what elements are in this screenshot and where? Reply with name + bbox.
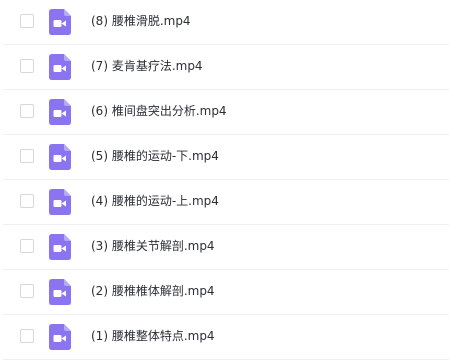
- file-name[interactable]: (3) 腰椎关节解剖.mp4: [91, 238, 215, 254]
- video-file-icon: [49, 234, 71, 260]
- row-checkbox[interactable]: [20, 59, 34, 73]
- file-name[interactable]: (4) 腰椎的运动-上.mp4: [91, 193, 219, 209]
- row-checkbox[interactable]: [20, 14, 34, 28]
- row-checkbox[interactable]: [20, 329, 34, 343]
- video-file-icon: [49, 144, 71, 170]
- row-checkbox[interactable]: [20, 284, 34, 298]
- row-checkbox[interactable]: [20, 194, 34, 208]
- file-name[interactable]: (1) 腰椎整体特点.mp4: [91, 328, 215, 344]
- file-row[interactable]: (3) 腰椎关节解剖.mp4: [0, 225, 449, 270]
- file-list: (8) 腰椎滑脱.mp4 (7) 麦肯基疗法.mp4 (6) 椎间盘突出分析.m…: [0, 0, 449, 362]
- file-row[interactable]: (4) 腰椎的运动-上.mp4: [0, 180, 449, 225]
- row-checkbox[interactable]: [20, 104, 34, 118]
- file-name[interactable]: (7) 麦肯基疗法.mp4: [91, 58, 203, 74]
- video-file-icon: [49, 54, 71, 80]
- file-row[interactable]: (2) 腰椎椎体解剖.mp4: [0, 270, 449, 315]
- video-file-icon: [49, 99, 71, 125]
- video-file-icon: [49, 189, 71, 215]
- video-file-icon: [49, 324, 71, 350]
- video-file-icon: [49, 279, 71, 305]
- file-name[interactable]: (5) 腰椎的运动-下.mp4: [91, 148, 219, 164]
- file-row[interactable]: (5) 腰椎的运动-下.mp4: [0, 135, 449, 180]
- file-row[interactable]: (1) 腰椎整体特点.mp4: [0, 315, 449, 360]
- file-row[interactable]: (7) 麦肯基疗法.mp4: [0, 45, 449, 90]
- file-name[interactable]: (6) 椎间盘突出分析.mp4: [91, 103, 227, 119]
- video-file-icon: [49, 9, 71, 35]
- file-row[interactable]: (8) 腰椎滑脱.mp4: [0, 0, 449, 45]
- file-name[interactable]: (2) 腰椎椎体解剖.mp4: [91, 283, 215, 299]
- file-name[interactable]: (8) 腰椎滑脱.mp4: [91, 13, 191, 29]
- row-checkbox[interactable]: [20, 149, 34, 163]
- file-row[interactable]: (6) 椎间盘突出分析.mp4: [0, 90, 449, 135]
- row-checkbox[interactable]: [20, 239, 34, 253]
